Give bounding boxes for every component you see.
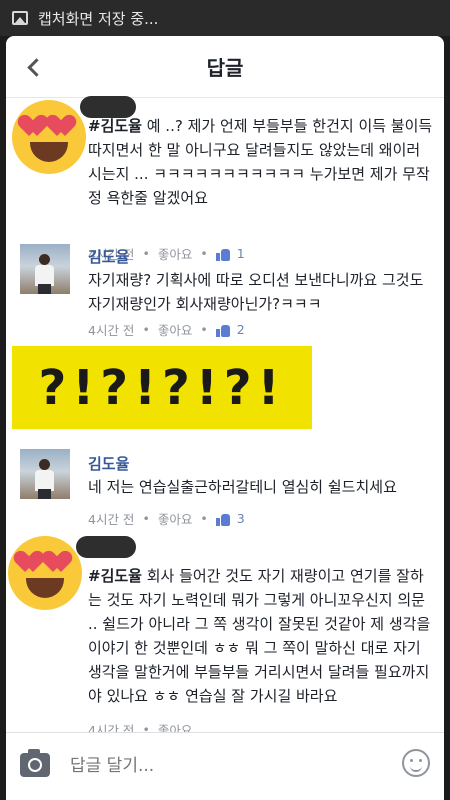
like-button[interactable]: 좋아요 bbox=[158, 244, 193, 263]
thumbs-up-icon bbox=[215, 512, 231, 526]
comment-body: 자기재량? 기획사에 따로 오디션 보낸다니까요 그것도 자기재량인가 회사재량… bbox=[88, 271, 424, 313]
image-icon bbox=[12, 11, 28, 25]
like-count[interactable]: 2 bbox=[237, 322, 245, 337]
reply-input[interactable] bbox=[70, 751, 370, 781]
smiley-icon[interactable] bbox=[402, 749, 430, 777]
thumbs-up-icon bbox=[215, 323, 231, 337]
like-count[interactable]: 3 bbox=[237, 511, 245, 526]
comment-body: #김도율 예 ..? 제가 언제 부들부들 한건지 이득 불이득 따지면서 한 … bbox=[88, 117, 433, 207]
camera-icon[interactable] bbox=[20, 749, 50, 777]
comment-body: #김도율 회사 들어간 것도 자기 재량이고 연기를 잘하는 것도 자기 노력인… bbox=[88, 567, 431, 705]
reply-composer bbox=[6, 732, 444, 800]
chevron-left-icon bbox=[26, 57, 46, 77]
comment-meta: 4시간 전 • 좋아요 • 3 bbox=[88, 509, 245, 528]
page-title: 답글 bbox=[206, 56, 244, 80]
heart-eyes-emoji-avatar bbox=[8, 536, 82, 610]
like-button[interactable]: 좋아요 bbox=[158, 320, 193, 339]
exclamation-banner: ?!?!?!?! bbox=[12, 346, 312, 429]
avatar[interactable] bbox=[20, 244, 70, 294]
redacted-name bbox=[76, 536, 136, 558]
screenshot: 캡처화면 저장 중... 답글 #김도율 예 ..? 제가 언제 부들부들 한건… bbox=[0, 0, 450, 800]
commenter-name[interactable]: 김도율 bbox=[88, 246, 129, 267]
mention-tag[interactable]: #김도율 bbox=[88, 117, 142, 135]
like-button[interactable]: 좋아요 bbox=[158, 509, 193, 528]
comment-meta: 4시간 전 • 좋아요 • 2 bbox=[88, 320, 245, 339]
status-bar-text: 캡처화면 저장 중... bbox=[38, 9, 159, 28]
banner-text: ?!?!?!?! bbox=[38, 359, 286, 416]
back-button[interactable] bbox=[18, 52, 48, 82]
comment-body: 네 저는 연습실출근하러갈테니 열심히 쉴드치세요 bbox=[88, 478, 397, 496]
replies-sheet: 답글 #김도율 예 ..? 제가 언제 부들부들 한건지 이득 불이득 따지면서… bbox=[6, 36, 444, 800]
mention-tag[interactable]: #김도율 bbox=[88, 567, 142, 585]
thumbs-up-icon bbox=[215, 247, 231, 261]
heart-eyes-emoji-avatar bbox=[12, 100, 86, 174]
avatar[interactable] bbox=[20, 449, 70, 499]
like-count[interactable]: 1 bbox=[237, 246, 245, 261]
header: 답글 bbox=[6, 36, 444, 98]
comment-time: 4시간 전 bbox=[88, 512, 135, 527]
status-bar: 캡처화면 저장 중... bbox=[0, 0, 450, 36]
comment-time: 4시간 전 bbox=[88, 323, 135, 338]
commenter-name[interactable]: 김도율 bbox=[88, 453, 129, 474]
